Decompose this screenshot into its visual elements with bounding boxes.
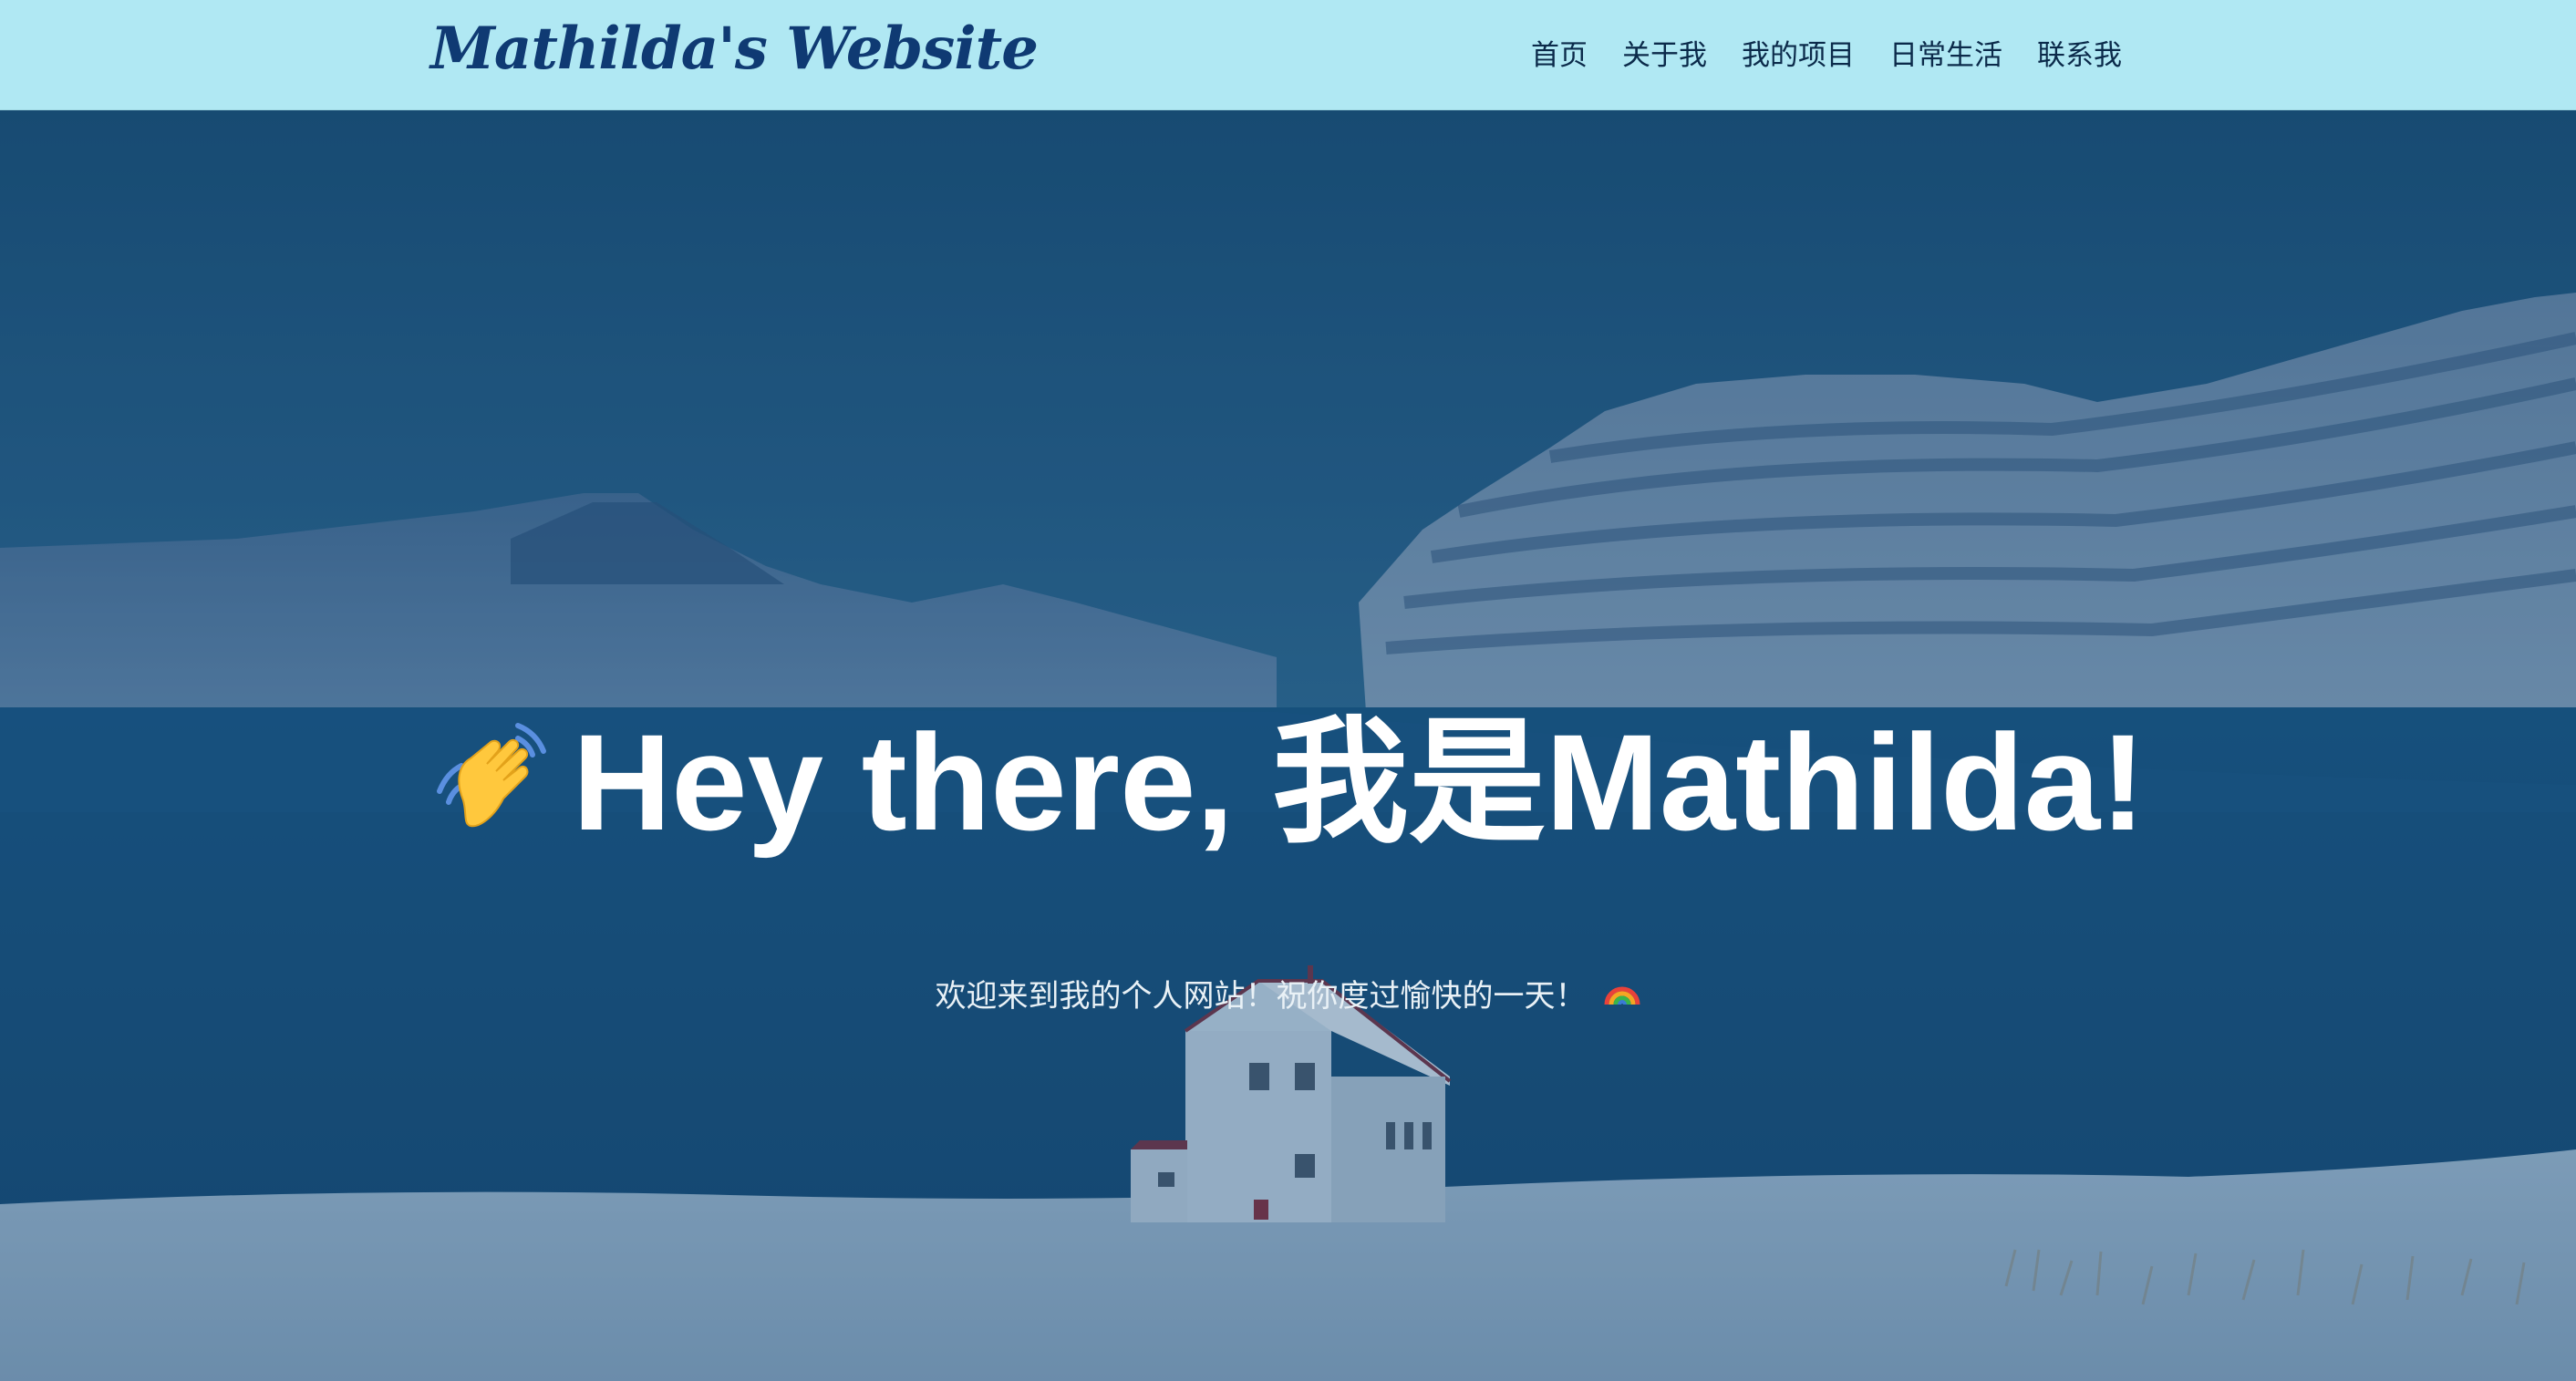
brand-logo[interactable]: Mathilda's Website <box>430 13 1039 86</box>
hero-subtitle: 欢迎来到我的个人网站！祝你度过愉快的一天！ <box>0 969 2576 1024</box>
nav-link-contact[interactable]: 联系我 <box>2020 32 2139 73</box>
rainbow-icon <box>1603 974 1641 1012</box>
waving-hand-icon <box>430 713 554 837</box>
navbar: Mathilda's Website 首页 关于我 我的项目 日常生活 联系我 <box>0 0 2576 110</box>
hero-subtitle-text: 欢迎来到我的个人网站！祝你度过愉快的一天！ <box>935 978 1587 1015</box>
hero-section: Hey there, 我是Mathilda! 欢迎来到我的个人网站！祝你度过愉快… <box>0 110 2576 1381</box>
nav-link-projects[interactable]: 我的项目 <box>1724 32 1872 73</box>
nav-link-about[interactable]: 关于我 <box>1605 32 1724 73</box>
nav-menu: 首页 关于我 我的项目 日常生活 联系我 <box>1514 27 2139 77</box>
page: Mathilda's Website 首页 关于我 我的项目 日常生活 联系我 <box>0 0 2576 1381</box>
hero-title: Hey there, 我是Mathilda! <box>0 700 2576 864</box>
hero-title-text: Hey there, 我是Mathilda! <box>572 705 2147 859</box>
nav-link-daily-life[interactable]: 日常生活 <box>1872 32 2020 73</box>
nav-link-home[interactable]: 首页 <box>1514 32 1605 73</box>
